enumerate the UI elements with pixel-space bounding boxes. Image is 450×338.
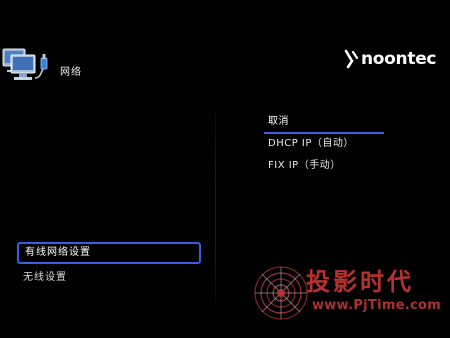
- right-menu: 取消 DHCP IP（自动） FIX IP（手动）: [264, 112, 384, 178]
- page-title: 网络: [60, 67, 82, 78]
- menu-item-wireless-settings[interactable]: 无线设置: [17, 267, 201, 289]
- option-fix-ip-manual[interactable]: FIX IP（手动）: [264, 156, 384, 178]
- menu-item-wired-network-settings[interactable]: 有线网络设置: [17, 242, 201, 264]
- left-menu: 有线网络设置 无线设置: [17, 242, 201, 289]
- watermark: 投影时代 www.PjTime.com: [252, 262, 442, 332]
- noontec-logo-mark: [344, 49, 359, 69]
- watermark-url: www.PjTime.com: [312, 298, 442, 313]
- brand-name: noontec: [361, 49, 437, 69]
- watermark-swirl-icon: [254, 266, 308, 320]
- option-cancel[interactable]: 取消: [264, 112, 384, 134]
- brand-logo: noontec: [343, 47, 437, 71]
- network-computers-icon: [2, 48, 48, 80]
- panel-divider: [215, 110, 216, 306]
- option-dhcp-ip-auto[interactable]: DHCP IP（自动）: [264, 134, 384, 156]
- watermark-title: 投影时代: [306, 268, 414, 296]
- network-settings-screen: 网络 noontec 有线网络设置 无线设置 取消 DHCP IP（自动） FI…: [0, 0, 450, 338]
